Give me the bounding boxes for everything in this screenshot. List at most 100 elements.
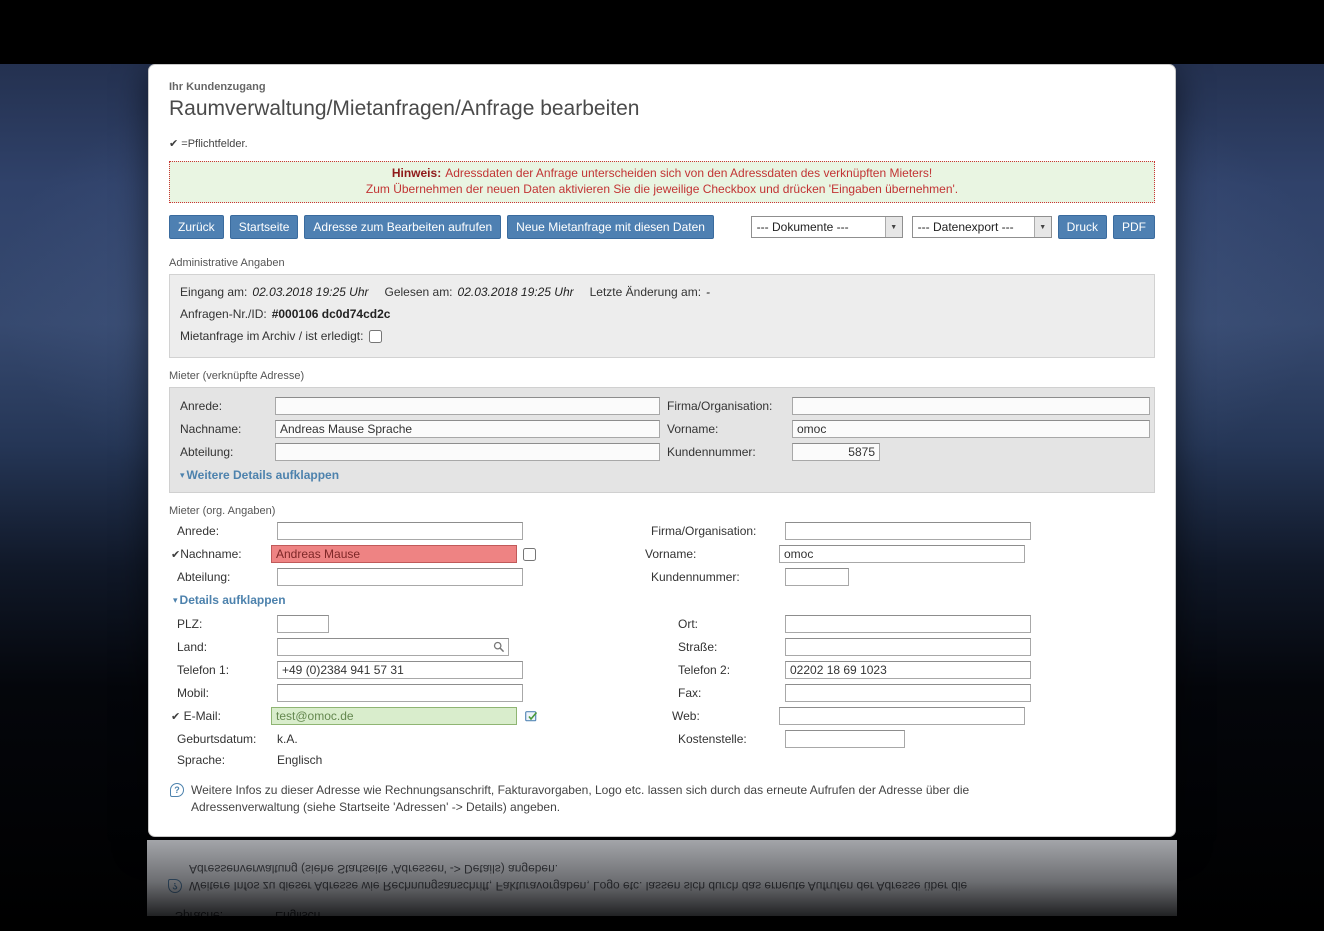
org-details-link-text: Details aufklappen [179, 593, 286, 607]
telefon1-input[interactable] [277, 661, 523, 679]
address-info-note: ? Weitere Infos zu dieser Adresse wie Re… [169, 782, 1155, 816]
org-form: Anrede: Firma/Organisation: ✔Nachname: V… [169, 522, 1155, 816]
notice-label: Hinweis: [391, 166, 442, 180]
admin-id-row: Anfragen-Nr./ID: #000106 dc0d74cd2c [180, 307, 1144, 321]
org-details-link[interactable]: ▾ Details aufklappen [173, 593, 286, 607]
org-row-plz-ort: PLZ: Ort: [169, 615, 1155, 633]
telefon1-label: Telefon 1: [177, 663, 230, 677]
strasse-input[interactable] [785, 638, 1031, 656]
ort-field [785, 615, 1155, 633]
chevron-glyph: ▼ [1039, 223, 1047, 231]
required-fields-note: ✔ =Pflichtfelder. [169, 137, 1155, 150]
received-label: Eingang am: [180, 285, 248, 299]
fax-field [785, 684, 1155, 702]
fax-input[interactable] [785, 684, 1031, 702]
email-action-icon[interactable] [525, 710, 538, 723]
linked-abteilung-field [275, 443, 667, 461]
plz-field [277, 615, 651, 633]
geburtsdatum-label: Geburtsdatum: [177, 732, 257, 746]
org-abteilung-input[interactable] [277, 568, 523, 586]
telefon2-field [785, 661, 1155, 679]
org-nachname-input[interactable] [271, 545, 517, 563]
documents-select[interactable]: --- Dokumente --- ▼ [750, 216, 903, 238]
org-anrede-input[interactable] [277, 522, 523, 540]
org-firma-label: Firma/Organisation: [651, 524, 757, 538]
linked-nachname-field [275, 420, 667, 438]
notice-line2: Zum Übernehmen der neuen Daten aktiviere… [365, 182, 959, 196]
required-check-icon: ✔ [171, 549, 181, 561]
kostenstelle-field [785, 730, 1155, 748]
info-note-text: Weitere Infos zu dieser Adresse wie Rech… [191, 783, 970, 814]
export-select-value: --- Datenexport --- [917, 220, 1014, 234]
toolbar-right-group: --- Dokumente --- ▼ --- Datenexport --- … [742, 215, 1155, 239]
pdf-button[interactable]: PDF [1113, 215, 1155, 239]
linked-firma-field [792, 397, 1150, 415]
ort-input[interactable] [785, 615, 1031, 633]
archive-label: Mietanfrage im Archiv / ist erledigt: [180, 329, 364, 343]
linked-row-nachname: Nachname: Vorname: [176, 420, 1150, 438]
linked-abteilung-input[interactable] [275, 443, 660, 461]
linked-nachname-input[interactable] [275, 420, 660, 438]
archive-checkbox[interactable] [369, 329, 383, 343]
linked-anrede-input[interactable] [275, 397, 660, 415]
org-abteilung-label: Abteilung: [177, 570, 231, 584]
email-input[interactable] [271, 707, 517, 725]
mobil-input[interactable] [277, 684, 523, 702]
org-vorname-field [779, 545, 1155, 563]
admin-section-title: Administrative Angaben [169, 257, 285, 269]
org-vorname-input[interactable] [779, 545, 1025, 563]
home-button[interactable]: Startseite [229, 215, 299, 239]
admin-box: Eingang am: 02.03.2018 19:25 Uhr Gelesen… [169, 274, 1155, 358]
notice-text1: Adressdaten der Anfrage unterscheiden si… [445, 166, 933, 180]
org-firma-input[interactable] [785, 522, 1031, 540]
back-button[interactable]: Zurück [169, 215, 224, 239]
sprache-label: Sprache: [177, 753, 226, 767]
land-input[interactable] [277, 638, 509, 656]
new-request-button[interactable]: Neue Mietanfrage mit diesen Daten [507, 215, 714, 239]
plz-input[interactable] [277, 615, 329, 633]
take-over-nachname-checkbox[interactable] [523, 547, 536, 561]
mobil-field [277, 684, 651, 702]
kostenstelle-input[interactable] [785, 730, 905, 748]
info-icon: ? [170, 783, 184, 797]
chevron-down-icon: ▼ [884, 217, 902, 237]
linked-anrede-field [275, 397, 667, 415]
org-row-email-web: ✔ E-Mail: Web: [169, 707, 1155, 725]
fax-label: Fax: [678, 686, 702, 700]
open-address-button[interactable]: Adresse zum Bearbeiten aufrufen [304, 215, 502, 239]
notice-banner: Hinweis: Adressdaten der Anfrage untersch… [169, 161, 1155, 203]
print-button[interactable]: Druck [1057, 215, 1107, 239]
content-card: Ihr Kundenzugang Raumverwaltung/Mietanfr… [148, 64, 1176, 837]
export-select[interactable]: --- Datenexport --- ▼ [911, 216, 1052, 238]
card-reflection: Geburtsdatum: k.A. Kostenstelle: Sprache… [147, 840, 1177, 916]
admin-archive-row: Mietanfrage im Archiv / ist erledigt: [180, 329, 1144, 343]
org-row-land-strasse: Land: Straße: [169, 638, 1155, 656]
org-kundennummer-label: Kundennummer: [651, 570, 740, 584]
linked-kundennummer-input[interactable] [792, 443, 880, 461]
org-anrede-field [277, 522, 651, 540]
linked-firma-input[interactable] [792, 397, 1150, 415]
chevron-glyph: ▼ [890, 223, 898, 231]
required-fields-text: =Pflichtfelder. [181, 138, 248, 150]
telefon1-field [277, 661, 651, 679]
read-value: 02.03.2018 19:25 Uhr [457, 285, 574, 299]
search-icon[interactable] [493, 641, 505, 653]
org-row-nachname: ✔Nachname: Vorname: [169, 545, 1155, 563]
linked-vorname-input[interactable] [792, 420, 1150, 438]
strasse-field [785, 638, 1155, 656]
web-input[interactable] [779, 707, 1025, 725]
org-section-title: Mieter (org. Angaben) [169, 505, 276, 517]
land-label: Land: [177, 640, 208, 654]
telefon2-input[interactable] [785, 661, 1031, 679]
org-nachname-label-text: Nachname: [180, 547, 242, 561]
linked-details-link[interactable]: ▾ Weitere Details aufklappen [180, 468, 339, 482]
notice-line1: Hinweis: Adressdaten der Anfrage untersch… [178, 165, 1146, 181]
linked-kundennummer-field [792, 443, 1148, 461]
plz-label: PLZ: [177, 617, 203, 631]
strasse-label: Straße: [678, 640, 718, 654]
check-icon: ✔ [169, 138, 179, 150]
org-nachname-label: ✔Nachname: [171, 547, 271, 561]
org-row-abteilung: Abteilung: Kundennummer: [169, 568, 1155, 586]
read-label: Gelesen am: [384, 285, 453, 299]
org-kundennummer-input[interactable] [785, 568, 849, 586]
